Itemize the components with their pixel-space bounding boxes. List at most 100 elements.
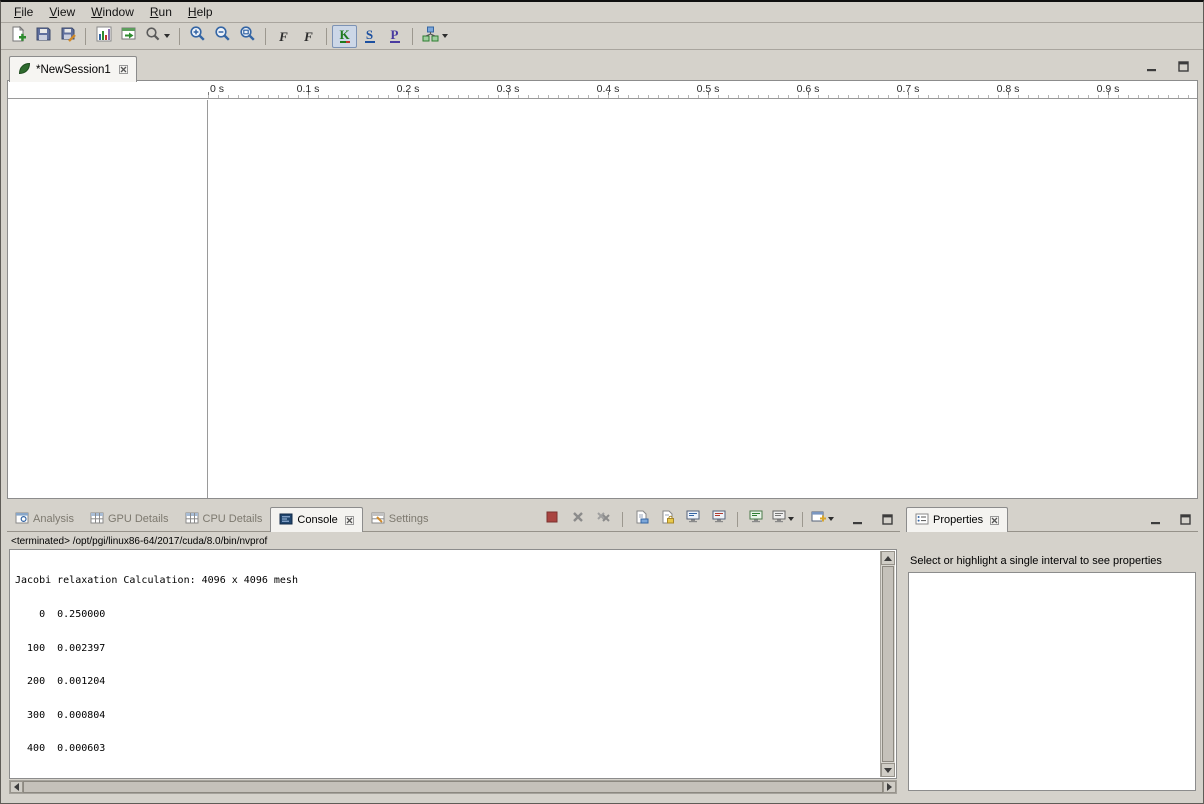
tab-settings[interactable]: Settings xyxy=(363,507,437,531)
pin-console-icon xyxy=(749,510,763,528)
table-icon xyxy=(90,512,104,527)
console-line: Jacobi relaxation Calculation: 4096 x 40… xyxy=(15,575,875,586)
save-session-as-button[interactable] xyxy=(55,25,80,48)
import-session-button[interactable] xyxy=(116,25,141,48)
toolbar-separator xyxy=(737,512,738,527)
properties-tab-bar: Properties xyxy=(906,507,1198,532)
kernel-letter-icon: K xyxy=(339,29,349,43)
close-icon[interactable] xyxy=(119,65,128,74)
close-icon[interactable] xyxy=(990,516,999,525)
tab-gpu-details[interactable]: GPU Details xyxy=(82,507,177,531)
timeline-editor: *NewSession1 0 s 0.1 s 0.2 s 0.3 s 0.4 s… xyxy=(7,55,1198,499)
zoom-in-icon xyxy=(189,25,206,47)
magnifier-options-icon xyxy=(145,26,161,47)
menu-help[interactable]: Help xyxy=(180,3,221,22)
run-analysis-button[interactable] xyxy=(418,25,452,48)
zoom-in-button[interactable] xyxy=(185,25,210,48)
bar-chart-icon xyxy=(96,26,112,47)
profile-application-button[interactable] xyxy=(91,25,116,48)
minimize-button[interactable] xyxy=(1144,60,1158,72)
tab-label: Settings xyxy=(389,513,429,525)
settings-tab-icon xyxy=(371,512,385,527)
new-session-button[interactable] xyxy=(5,25,30,48)
stream-letter-icon: S xyxy=(365,29,375,43)
toolbar-separator xyxy=(622,512,623,527)
console-line: 0 0.250000 xyxy=(15,609,875,620)
scroll-down-arrow[interactable] xyxy=(881,763,895,777)
horizontal-scrollbar[interactable] xyxy=(9,780,897,794)
properties-tab-icon xyxy=(915,513,929,528)
toolbar-separator xyxy=(85,28,86,45)
console-process-status: <terminated> /opt/pgi/linux86-64/2017/cu… xyxy=(11,536,267,547)
tab-analysis[interactable]: Analysis xyxy=(7,507,82,531)
tab-cpu-details[interactable]: CPU Details xyxy=(177,507,271,531)
tab-label: GPU Details xyxy=(108,513,169,525)
goto-prev-marker-button[interactable]: F xyxy=(271,25,296,48)
terminate-icon xyxy=(546,510,558,528)
zoom-out-icon xyxy=(214,25,231,47)
scroll-up-arrow[interactable] xyxy=(881,551,895,565)
tab-properties[interactable]: Properties xyxy=(906,507,1008,532)
console-text[interactable]: Jacobi relaxation Calculation: 4096 x 40… xyxy=(11,551,879,777)
session-tab[interactable]: *NewSession1 xyxy=(9,56,137,82)
menu-window[interactable]: Window xyxy=(83,3,142,22)
maximize-button[interactable] xyxy=(1178,513,1192,525)
timeline-row-labels-column xyxy=(8,100,208,498)
zoom-fit-button[interactable] xyxy=(235,25,260,48)
tab-console[interactable]: Console xyxy=(270,507,362,532)
maximize-button[interactable] xyxy=(1176,60,1190,72)
remove-all-launches-button[interactable] xyxy=(592,509,616,529)
properties-content-area xyxy=(908,572,1196,791)
ruler-label: 0 s xyxy=(210,83,224,95)
console-line: 300 0.000804 xyxy=(15,710,875,721)
timeline-ruler[interactable]: 0 s 0.1 s 0.2 s 0.3 s 0.4 s 0.5 s 0.6 s … xyxy=(8,81,1197,99)
kernel-timeline-toggle[interactable]: K xyxy=(332,25,357,48)
terminate-button[interactable] xyxy=(540,509,564,529)
show-console-on-stdout-button[interactable] xyxy=(681,509,705,529)
minimize-button[interactable] xyxy=(1148,513,1162,525)
menu-view[interactable]: View xyxy=(41,3,83,22)
prev-marker-icon: F xyxy=(277,30,290,43)
horizontal-scroll-thumb[interactable] xyxy=(23,781,883,793)
tab-label: CPU Details xyxy=(203,513,263,525)
timeline-canvas[interactable] xyxy=(209,100,1197,498)
clear-console-icon xyxy=(634,510,649,529)
scroll-lock-button[interactable] xyxy=(655,509,679,529)
import-window-icon xyxy=(121,26,137,47)
minimize-button[interactable] xyxy=(850,513,864,525)
show-console-on-stderr-button[interactable] xyxy=(707,509,731,529)
console-line: 100 0.002397 xyxy=(15,643,875,654)
goto-next-marker-button[interactable]: F xyxy=(296,25,321,48)
close-icon[interactable] xyxy=(345,516,354,525)
scroll-right-arrow[interactable] xyxy=(883,781,896,793)
vertical-scroll-thumb[interactable] xyxy=(882,566,894,762)
tab-label: Analysis xyxy=(33,513,74,525)
zoom-fit-icon xyxy=(239,25,256,47)
nvvp-window: File View Window Run Help xyxy=(0,0,1204,804)
save-session-button[interactable] xyxy=(30,25,55,48)
scroll-left-arrow[interactable] xyxy=(10,781,23,793)
maximize-button[interactable] xyxy=(880,513,894,525)
tab-label: Properties xyxy=(933,514,983,526)
timeline-options-button[interactable] xyxy=(141,25,174,48)
stream-timeline-toggle[interactable]: S xyxy=(357,25,382,48)
console-output-area[interactable]: Jacobi relaxation Calculation: 4096 x 40… xyxy=(9,549,897,779)
vertical-scrollbar[interactable] xyxy=(880,551,895,777)
display-selected-console-button[interactable] xyxy=(770,509,796,529)
pin-console-button[interactable] xyxy=(744,509,768,529)
process-timeline-toggle[interactable]: P xyxy=(382,25,407,48)
bottom-tab-bar: Analysis GPU Details CPU Details Console… xyxy=(7,507,900,532)
toolbar-separator xyxy=(179,28,180,45)
zoom-out-button[interactable] xyxy=(210,25,235,48)
menu-file[interactable]: File xyxy=(6,3,41,22)
open-console-button[interactable] xyxy=(809,509,836,529)
clear-console-button[interactable] xyxy=(629,509,653,529)
save-icon xyxy=(35,26,51,47)
editor-tab-bar: *NewSession1 xyxy=(7,55,1198,81)
console-panel: Analysis GPU Details CPU Details Console… xyxy=(7,507,900,795)
toolbar-separator xyxy=(265,28,266,45)
table-icon xyxy=(185,512,199,527)
menu-run[interactable]: Run xyxy=(142,3,180,22)
remove-launch-button[interactable] xyxy=(566,509,590,529)
dropdown-arrow-icon xyxy=(164,34,170,38)
